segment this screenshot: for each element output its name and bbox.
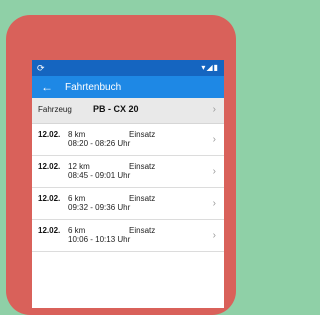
trip-row[interactable]: 12.02. 6 km Einsatz 10:06 - 10:13 Uhr › bbox=[32, 220, 224, 252]
trip-type: Einsatz bbox=[129, 162, 156, 171]
trip-time: 08:45 - 09:01 Uhr bbox=[68, 171, 131, 180]
status-icons: ▾◢▮ bbox=[201, 63, 219, 72]
trip-type: Einsatz bbox=[129, 226, 156, 235]
chevron-right-icon: › bbox=[212, 134, 216, 145]
vehicle-selector[interactable]: Fahrzeug PB - CX 20 › bbox=[32, 98, 224, 124]
trip-date: 12.02. bbox=[38, 226, 61, 235]
sync-icon: ⟳ bbox=[37, 63, 45, 73]
trip-date: 12.02. bbox=[38, 194, 61, 203]
trip-date: 12.02. bbox=[38, 162, 61, 171]
chevron-right-icon: › bbox=[212, 104, 216, 115]
vehicle-plate: PB - CX 20 bbox=[93, 104, 139, 114]
trip-time: 09:32 - 09:36 Uhr bbox=[68, 203, 131, 212]
app-bar: ← Fahrtenbuch bbox=[32, 76, 224, 98]
vehicle-label: Fahrzeug bbox=[38, 105, 72, 114]
status-bar: ⟳ ▾◢▮ bbox=[32, 60, 224, 76]
page-title: Fahrtenbuch bbox=[65, 82, 122, 93]
trip-row[interactable]: 12.02. 12 km Einsatz 08:45 - 09:01 Uhr › bbox=[32, 156, 224, 188]
trip-time: 10:06 - 10:13 Uhr bbox=[68, 235, 131, 244]
trip-row[interactable]: 12.02. 8 km Einsatz 08:20 - 08:26 Uhr › bbox=[32, 124, 224, 156]
trip-time: 08:20 - 08:26 Uhr bbox=[68, 139, 131, 148]
trip-type: Einsatz bbox=[129, 130, 156, 139]
back-arrow-icon[interactable]: ← bbox=[41, 80, 53, 94]
phone-screen: ⟳ ▾◢▮ ← Fahrtenbuch Fahrzeug PB - CX 20 … bbox=[32, 60, 224, 308]
trip-type: Einsatz bbox=[129, 194, 156, 203]
chevron-right-icon: › bbox=[212, 198, 216, 209]
chevron-right-icon: › bbox=[212, 230, 216, 241]
trip-date: 12.02. bbox=[38, 130, 61, 139]
trip-row[interactable]: 12.02. 6 km Einsatz 09:32 - 09:36 Uhr › bbox=[32, 188, 224, 220]
chevron-right-icon: › bbox=[212, 166, 216, 177]
